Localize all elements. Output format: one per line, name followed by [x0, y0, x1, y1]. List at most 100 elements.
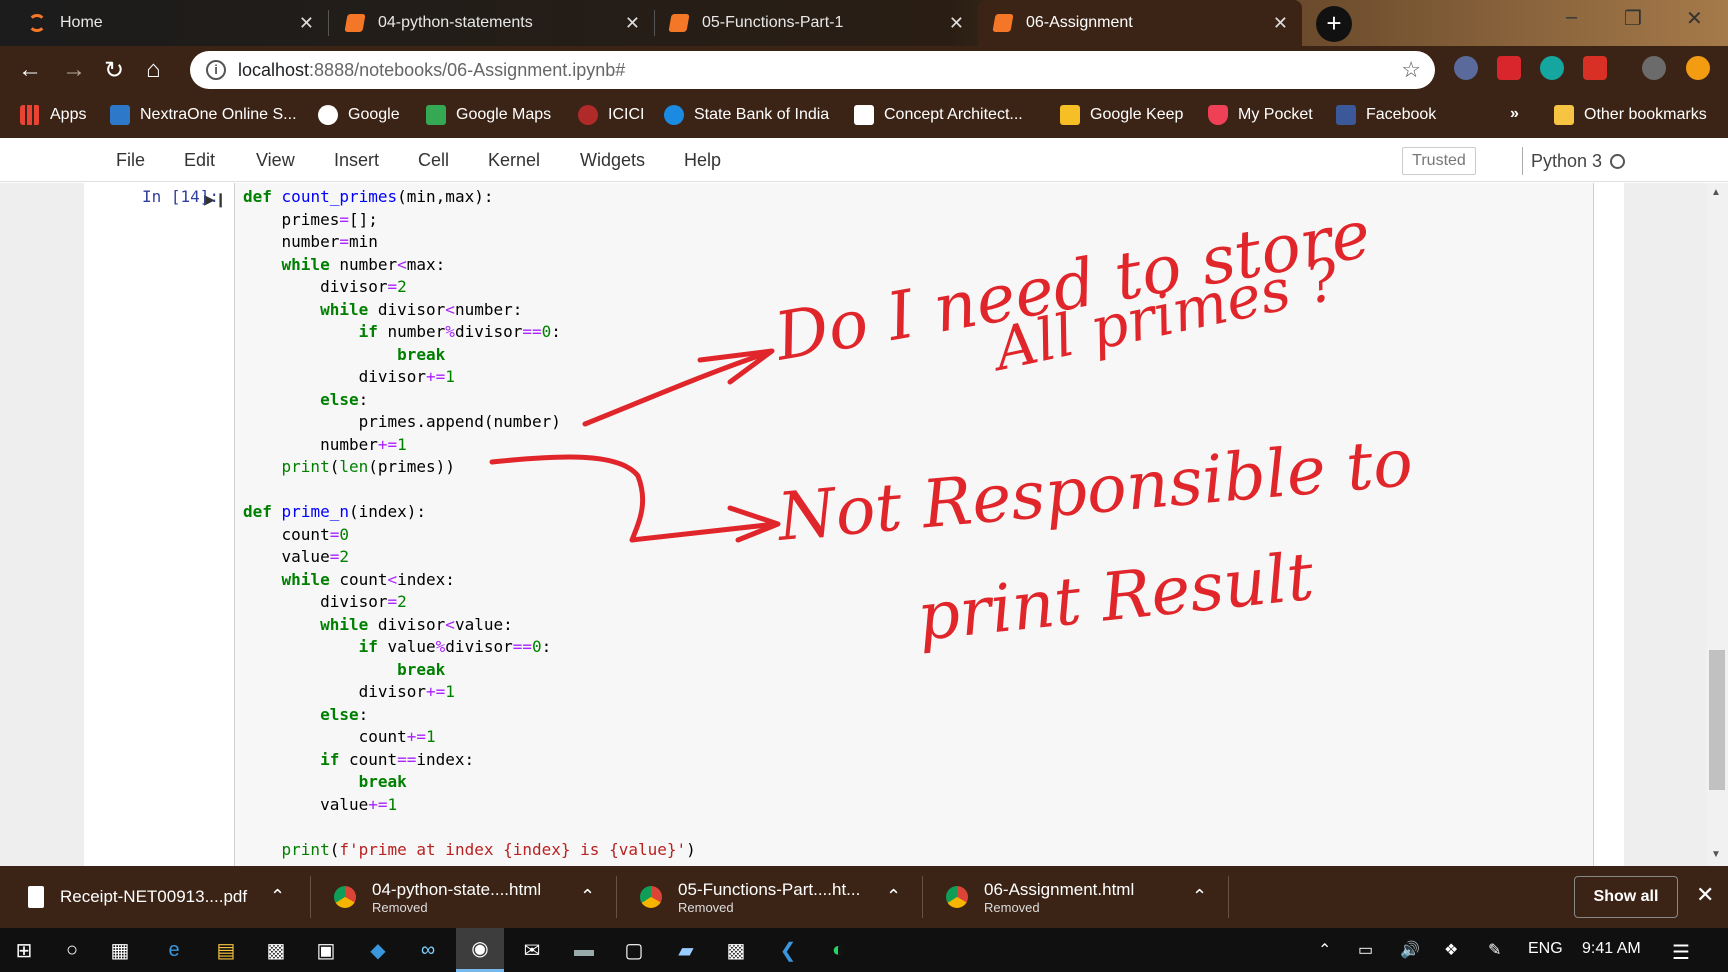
vscode-icon[interactable]: ❮ — [764, 928, 812, 972]
menu-help[interactable]: Help — [684, 150, 721, 171]
trusted-badge[interactable]: Trusted — [1402, 147, 1476, 175]
bookmark-nextraone[interactable]: NextraOne Online S... — [110, 105, 297, 125]
scrollbar-thumb[interactable] — [1709, 650, 1725, 790]
app-icon[interactable]: ▬ — [560, 928, 608, 972]
bookmark-apps[interactable]: Apps — [20, 105, 86, 125]
vertical-scrollbar[interactable]: ▲ ▼ — [1706, 183, 1728, 866]
menu-view[interactable]: View — [256, 150, 295, 171]
scroll-up-icon[interactable]: ▲ — [1711, 187, 1721, 198]
bookmark-google-keep[interactable]: Google Keep — [1060, 105, 1183, 125]
download-options-chevron-icon[interactable]: ⌃ — [886, 886, 901, 907]
menu-widgets[interactable]: Widgets — [580, 150, 645, 171]
forward-icon[interactable]: → — [62, 56, 86, 84]
gmail-icon[interactable] — [1583, 56, 1607, 80]
tab-05-functions-part-1[interactable]: 05-Functions-Part-1 ✕ — [654, 0, 978, 46]
code-token: index: — [416, 749, 475, 769]
menu-cell[interactable]: Cell — [418, 150, 449, 171]
bookmark-facebook[interactable]: Facebook — [1336, 105, 1436, 125]
code-token: if — [358, 637, 378, 656]
menu-edit[interactable]: Edit — [184, 150, 215, 171]
download-options-chevron-icon[interactable]: ⌃ — [270, 886, 285, 907]
tab-title: 05-Functions-Part-1 — [702, 14, 844, 31]
clock[interactable]: 9:41 AM — [1582, 940, 1641, 958]
dropbox-icon[interactable]: ◆ — [354, 928, 402, 972]
kernel-name[interactable]: Python 3 — [1522, 147, 1602, 175]
home-icon[interactable]: ⌂ — [146, 56, 161, 84]
code-editor[interactable]: def count_primes(min,max): primes=[]; nu… — [243, 186, 696, 861]
code-token: count — [243, 727, 407, 746]
close-tab-icon[interactable]: ✕ — [949, 13, 964, 34]
tray-chevron-icon[interactable]: ⌃ — [1318, 940, 1331, 960]
app-icon[interactable]: ▢ — [610, 928, 658, 972]
file-explorer-icon[interactable]: ▤ — [202, 928, 250, 972]
bookmark-star-icon[interactable]: ☆ — [1401, 57, 1421, 83]
window-close-icon[interactable]: ✕ — [1686, 6, 1703, 31]
notifications-icon[interactable]: ☰ — [1672, 940, 1690, 965]
new-tab-button[interactable]: + — [1316, 6, 1352, 42]
download-item[interactable]: 04-python-state....html Removed ⌃ — [334, 866, 604, 928]
store-icon[interactable]: ▣ — [302, 928, 350, 972]
grammarly-icon[interactable] — [1540, 56, 1564, 80]
menu-insert[interactable]: Insert — [334, 150, 379, 171]
code-token: == — [397, 749, 417, 769]
address-bar[interactable]: i localhost :8888/notebooks/06-Assignmen… — [190, 51, 1435, 89]
update-icon[interactable] — [1686, 56, 1710, 80]
close-tab-icon[interactable]: ✕ — [1273, 13, 1288, 34]
code-cell[interactable]: def count_primes(min,max): primes=[]; nu… — [234, 183, 1594, 866]
bookmark-concept-architect[interactable]: Concept Architect... — [854, 105, 1023, 125]
avatar[interactable] — [1642, 56, 1666, 80]
download-options-chevron-icon[interactable]: ⌃ — [580, 886, 595, 907]
tab-04-python-statements[interactable]: 04-python-statements ✕ — [330, 0, 655, 46]
restore-icon[interactable]: ❐ — [1624, 6, 1642, 31]
bookmark-google-maps[interactable]: Google Maps — [426, 105, 551, 125]
code-token: ) — [686, 839, 696, 859]
bookmark-my-pocket[interactable]: My Pocket — [1208, 105, 1313, 125]
bookmark-google[interactable]: Google — [318, 105, 400, 125]
more-bookmarks-button[interactable]: » — [1510, 105, 1519, 123]
code-token: else — [320, 389, 359, 409]
bookmark-sbi[interactable]: State Bank of India — [664, 105, 829, 125]
extension-icon[interactable] — [1497, 56, 1521, 80]
back-icon[interactable]: ← — [18, 56, 42, 84]
task-view-icon[interactable]: ▦ — [96, 928, 144, 972]
reload-icon[interactable]: ↻ — [104, 56, 124, 85]
terminal-icon[interactable]: ▩ — [252, 928, 300, 972]
chrome-taskbar-icon[interactable]: ◉ — [456, 928, 504, 972]
code-token: count — [329, 569, 388, 589]
code-token: == — [522, 322, 542, 341]
bookmark-icici[interactable]: ICICI — [578, 105, 644, 125]
close-tab-icon[interactable]: ✕ — [625, 13, 640, 34]
scroll-down-icon[interactable]: ▼ — [1711, 849, 1721, 860]
download-options-chevron-icon[interactable]: ⌃ — [1192, 886, 1207, 907]
pen-icon[interactable]: ✎ — [1488, 940, 1501, 960]
battery-icon[interactable]: ▭ — [1358, 940, 1373, 960]
other-bookmarks[interactable]: Other bookmarks — [1554, 105, 1707, 125]
search-icon[interactable]: ○ — [48, 928, 96, 972]
code-token: = — [339, 209, 349, 229]
tab-06-assignment[interactable]: 06-Assignment ✕ — [978, 0, 1302, 46]
download-item[interactable]: 05-Functions-Part....ht... Removed ⌃ — [640, 866, 910, 928]
show-all-downloads-button[interactable]: Show all — [1574, 876, 1678, 918]
close-downloads-icon[interactable]: ✕ — [1696, 882, 1714, 908]
whatsapp-icon[interactable]: ◐ — [814, 928, 862, 972]
infinity-icon[interactable]: ∞ — [404, 928, 452, 972]
windows-start-icon[interactable]: ⊞ — [0, 928, 48, 972]
mail-icon[interactable]: ✉ — [508, 928, 556, 972]
code-line: divisor=2 — [243, 276, 696, 299]
site-info-icon[interactable]: i — [206, 60, 226, 80]
language-indicator[interactable]: ENG — [1528, 940, 1563, 958]
terminal-icon[interactable]: ▩ — [712, 928, 760, 972]
download-item[interactable]: 06-Assignment.html Removed ⌃ — [946, 866, 1216, 928]
notepad-icon[interactable]: ▰ — [662, 928, 710, 972]
tab-home[interactable]: Home ✕ — [12, 0, 329, 46]
menu-file[interactable]: File — [116, 150, 145, 171]
extension-icon[interactable] — [1454, 56, 1478, 80]
code-token: : — [358, 389, 369, 409]
dropbox-tray-icon[interactable]: ❖ — [1444, 940, 1458, 960]
close-tab-icon[interactable]: ✕ — [299, 13, 314, 34]
minimize-icon[interactable]: – — [1566, 6, 1577, 29]
menu-kernel[interactable]: Kernel — [488, 150, 540, 171]
download-item[interactable]: Receipt-NET00913....pdf ⌃ — [28, 866, 298, 928]
edge-icon[interactable]: e — [150, 928, 198, 972]
volume-icon[interactable]: 🔊 — [1400, 940, 1420, 960]
